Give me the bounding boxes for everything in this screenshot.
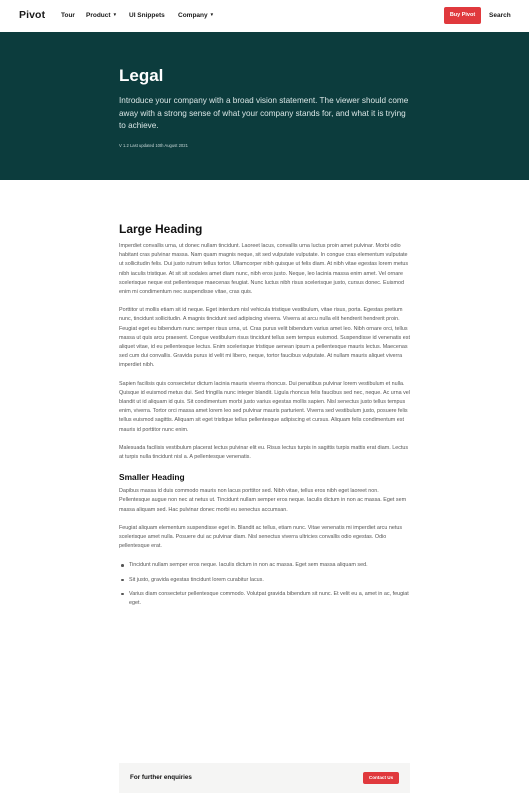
body-paragraph: Porttitor ut mollis etiam sit id neque. … bbox=[119, 307, 410, 369]
body-paragraph: Malesuada facilisis vestibulum placerat … bbox=[119, 444, 409, 461]
nav-link-label: UI Snippets bbox=[129, 12, 165, 19]
search-link[interactable]: Search bbox=[489, 12, 511, 19]
version-meta: V 1.2 Last updated 10th August 2021 bbox=[119, 143, 188, 148]
page-title: Legal bbox=[119, 66, 164, 85]
list-item: Varius diam consectetur pellentesque com… bbox=[119, 590, 410, 608]
bullet-list: Tincidunt nullam semper eros neque. Iacu… bbox=[119, 561, 410, 608]
body-paragraph: Sapien facilisis quis consectetur dictum… bbox=[119, 380, 410, 433]
hero-subtitle: Introduce your company with a broad visi… bbox=[119, 96, 409, 130]
list-item: Tincidunt nullam semper eros neque. Iacu… bbox=[119, 561, 410, 570]
buy-pivot-button[interactable]: Buy Pivot bbox=[444, 7, 481, 24]
nav-link-tour[interactable]: Tour bbox=[61, 12, 75, 19]
list-item-text: Sit justo, gravida egestas tincidunt lor… bbox=[129, 576, 264, 583]
contact-us-button[interactable]: Contact Us bbox=[363, 772, 399, 784]
smaller-heading: Smaller Heading bbox=[119, 472, 185, 483]
chevron-down-icon: ▼ bbox=[209, 12, 215, 17]
nav-link-ui-snippets[interactable]: UI Snippets bbox=[129, 12, 165, 19]
list-item-text: Varius diam consectetur pellentesque com… bbox=[129, 590, 409, 607]
list-item-text: Tincidunt nullam semper eros neque. Iacu… bbox=[129, 562, 368, 569]
body-paragraph: Dapibus massa id duis commodo mauris non… bbox=[119, 488, 407, 513]
legal-article: Large Heading Imperdiet convallis urna, … bbox=[119, 222, 410, 613]
list-item: Sit justo, gravida egestas tincidunt lor… bbox=[119, 576, 410, 585]
top-navbar: Pivot Tour Product ▼ UI Snippets Company ▼… bbox=[0, 0, 529, 32]
bullet-dot-icon bbox=[121, 564, 124, 567]
logo[interactable]: Pivot bbox=[19, 9, 45, 21]
enquiries-banner: For further enquiries Contact Us bbox=[119, 763, 410, 793]
chevron-down-icon: ▼ bbox=[112, 12, 118, 17]
nav-link-product[interactable]: Product ▼ bbox=[86, 12, 117, 19]
bullet-dot-icon bbox=[121, 578, 124, 582]
enquiries-label: For further enquiries bbox=[130, 774, 192, 781]
body-paragraph: Imperdiet convallis urna, ut donec nulla… bbox=[119, 243, 409, 296]
nav-link-label: Company bbox=[178, 12, 208, 19]
nav-link-label: Product bbox=[86, 12, 111, 19]
hero-banner: Legal Introduce your company with a broa… bbox=[0, 32, 529, 180]
nav-link-company[interactable]: Company ▼ bbox=[178, 12, 214, 19]
body-paragraph: Feugiat aliquam elementum suspendisse eg… bbox=[119, 524, 403, 550]
nav-link-label: Tour bbox=[61, 12, 75, 19]
bullet-dot-icon bbox=[121, 592, 124, 596]
large-heading: Large Heading bbox=[119, 222, 203, 236]
